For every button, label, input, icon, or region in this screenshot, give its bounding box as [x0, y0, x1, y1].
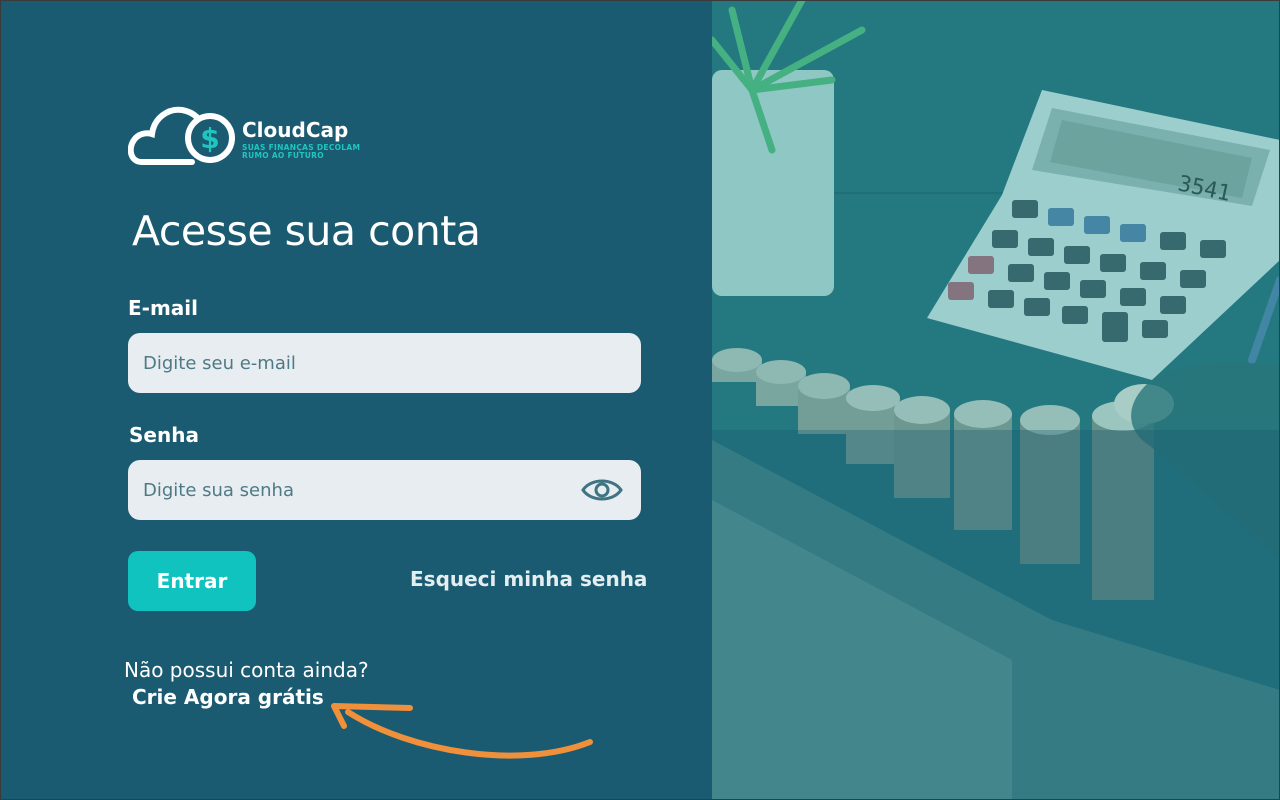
password-label: Senha — [129, 423, 199, 447]
email-label: E-mail — [128, 296, 199, 320]
email-field-box — [128, 333, 641, 393]
brand-logo: $ CloudCap SUAS FINANÇAS DECOLAM RUMO AO… — [127, 100, 388, 170]
hero-photo: 3541 — [712, 0, 1280, 800]
login-panel: $ CloudCap SUAS FINANÇAS DECOLAM RUMO AO… — [0, 0, 712, 800]
arrow-icon — [331, 703, 593, 759]
password-field[interactable] — [128, 460, 641, 520]
forgot-password-link[interactable]: Esqueci minha senha — [410, 567, 647, 591]
submit-button[interactable]: Entrar — [128, 551, 256, 611]
finance-illustration: 3541 — [712, 0, 1280, 800]
brand-tagline: SUAS FINANÇAS DECOLAM RUMO AO FUTURO — [242, 144, 392, 160]
brand-name: CloudCap — [242, 118, 349, 142]
create-account-link[interactable]: Crie Agora grátis — [132, 685, 324, 709]
no-account-text: Não possui conta ainda? — [124, 658, 369, 682]
page-title: Acesse sua conta — [132, 207, 481, 255]
email-field[interactable] — [128, 333, 641, 393]
brand-tagline-line2: RUMO AO FUTURO — [242, 151, 324, 160]
password-field-box — [128, 460, 641, 520]
eye-icon[interactable] — [581, 476, 623, 504]
svg-text:$: $ — [200, 122, 219, 155]
cloud-dollar-icon: $ — [127, 106, 235, 165]
